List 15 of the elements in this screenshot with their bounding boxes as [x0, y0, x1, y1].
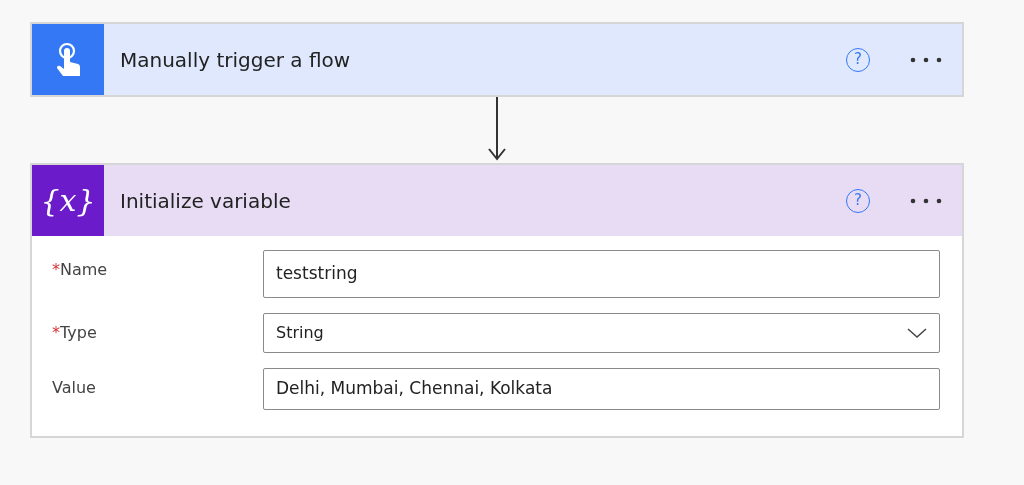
field-label: Type: [60, 323, 97, 342]
arrow-icon: [487, 97, 507, 161]
variable-icon: {x}: [32, 165, 104, 236]
more-icon[interactable]: [910, 56, 942, 63]
step-title: Initialize variable: [120, 187, 292, 215]
required-mark: *: [52, 260, 60, 279]
field-label: Name: [60, 260, 108, 279]
more-icon[interactable]: [910, 197, 942, 204]
input-field[interactable]: teststring: [263, 250, 940, 298]
required-mark: *: [52, 323, 60, 342]
input-field[interactable]: Delhi, Mumbai, Chennai, Kolkata: [263, 368, 940, 410]
chevron-icon: [907, 327, 927, 339]
step-title: Manually trigger a flow: [120, 46, 352, 74]
type-dropdown[interactable]: String: [263, 313, 940, 353]
field-label: Value: [52, 378, 96, 397]
